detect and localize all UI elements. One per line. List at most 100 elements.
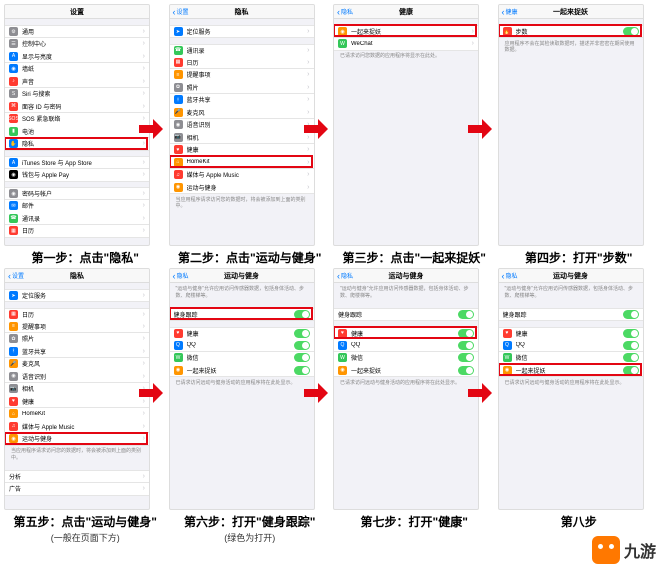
settings-row[interactable]: ◉运动与健身› xyxy=(170,181,314,194)
settings-row[interactable]: ◉一起来捉妖 xyxy=(499,364,643,377)
settings-row[interactable]: ≡提醒事项› xyxy=(170,69,314,82)
settings-row[interactable]: ♥健康› xyxy=(5,395,149,408)
settings-row[interactable]: ♥健康 xyxy=(499,327,643,340)
settings-row[interactable]: ◉语音识别› xyxy=(170,119,314,132)
settings-row[interactable]: ⌂HomeKit› xyxy=(170,156,314,169)
chevron-icon: › xyxy=(307,28,309,35)
settings-row[interactable]: 🔥步数 xyxy=(499,25,643,38)
settings-row[interactable]: ♥健康 xyxy=(170,327,314,340)
settings-row[interactable]: ➤定位服务› xyxy=(5,289,149,302)
settings-row[interactable]: ◉一起来捉妖 xyxy=(334,364,478,377)
toggle-switch[interactable] xyxy=(294,310,310,319)
settings-row[interactable]: AiTunes Store 与 App Store› xyxy=(5,156,149,169)
settings-row[interactable]: QQQ xyxy=(499,339,643,352)
settings-row[interactable]: W微信 xyxy=(499,352,643,365)
settings-row[interactable]: 📷相机› xyxy=(170,131,314,144)
back-button[interactable]: 设置 xyxy=(8,271,24,280)
back-button[interactable]: 隐私 xyxy=(173,271,189,280)
settings-row[interactable]: ♥健康 xyxy=(334,327,478,340)
settings-row[interactable]: ◉钱包与 Apple Pay› xyxy=(5,169,149,182)
settings-row[interactable]: 分析› xyxy=(5,470,149,483)
row-icon: ◉ xyxy=(9,170,18,179)
settings-row[interactable]: ☎通讯录› xyxy=(5,212,149,225)
settings-row[interactable]: ◉运动与健身› xyxy=(5,433,149,446)
settings-row[interactable]: ᚼ蓝牙共享› xyxy=(5,345,149,358)
settings-row[interactable]: ♫媒体与 Apple Music› xyxy=(170,169,314,182)
row-label: 健康 xyxy=(187,329,294,338)
settings-row[interactable]: 健身跟踪 xyxy=(170,308,314,321)
chevron-icon: › xyxy=(307,71,309,78)
settings-row[interactable]: ◉语音识别› xyxy=(5,370,149,383)
settings-row[interactable]: ◉一起来捉妖 xyxy=(170,364,314,377)
settings-row[interactable]: QQQ xyxy=(170,339,314,352)
toggle-switch[interactable] xyxy=(458,310,474,319)
chevron-icon: › xyxy=(143,159,145,166)
settings-row[interactable]: 健身跟踪 xyxy=(499,308,643,321)
settings-row[interactable]: ◉墙纸› xyxy=(5,63,149,76)
row-label: 运动与健身 xyxy=(22,434,143,443)
toggle-switch[interactable] xyxy=(623,27,639,36)
settings-row[interactable]: ✿照片› xyxy=(5,333,149,346)
chevron-icon: › xyxy=(143,103,145,110)
settings-row[interactable]: 🎤麦克风› xyxy=(170,106,314,119)
settings-row[interactable]: ⚙通用› xyxy=(5,25,149,38)
chevron-icon: › xyxy=(143,78,145,85)
back-button[interactable]: 隐私 xyxy=(337,7,353,16)
settings-row[interactable]: WWeChat› xyxy=(334,38,478,51)
settings-row[interactable]: ✿照片› xyxy=(170,81,314,94)
settings-row[interactable]: ♪声音› xyxy=(5,75,149,88)
settings-row[interactable]: ▮电池› xyxy=(5,125,149,138)
settings-row[interactable]: 广告› xyxy=(5,483,149,496)
settings-row[interactable]: ◉一起来捉妖› xyxy=(334,25,478,38)
settings-row[interactable]: A显示与亮度› xyxy=(5,50,149,63)
row-label: 蓝牙共享 xyxy=(187,95,308,104)
settings-row[interactable]: W微信 xyxy=(170,352,314,365)
settings-row[interactable]: ▦日历› xyxy=(5,308,149,321)
toggle-switch[interactable] xyxy=(623,353,639,362)
toggle-switch[interactable] xyxy=(623,329,639,338)
row-icon: ☎ xyxy=(9,214,18,223)
settings-row[interactable]: ♥健康› xyxy=(170,144,314,157)
settings-row[interactable]: ▦日历› xyxy=(5,225,149,238)
settings-row[interactable]: QQQ xyxy=(334,339,478,352)
chevron-icon: › xyxy=(143,373,145,380)
settings-row[interactable]: ☰控制中心› xyxy=(5,38,149,51)
toggle-switch[interactable] xyxy=(458,366,474,375)
toggle-switch[interactable] xyxy=(294,329,310,338)
settings-row[interactable]: 📷相机› xyxy=(5,383,149,396)
toggle-switch[interactable] xyxy=(623,366,639,375)
toggle-switch[interactable] xyxy=(623,341,639,350)
settings-row[interactable]: ≡提醒事项› xyxy=(5,320,149,333)
settings-row[interactable]: 🎤麦克风› xyxy=(5,358,149,371)
settings-row[interactable]: ⌘面容 ID 与密码› xyxy=(5,100,149,113)
settings-row[interactable]: ➤定位服务› xyxy=(170,25,314,38)
back-button[interactable]: 隐私 xyxy=(337,271,353,280)
row-label: 钱包与 Apple Pay xyxy=(22,170,143,179)
toggle-switch[interactable] xyxy=(458,341,474,350)
chevron-icon: › xyxy=(143,202,145,209)
settings-row[interactable]: ▦日历› xyxy=(170,56,314,69)
settings-row[interactable]: ✋隐私› xyxy=(5,138,149,151)
row-icon: SOS xyxy=(9,114,18,123)
settings-row[interactable]: 健身跟踪 xyxy=(334,308,478,321)
toggle-switch[interactable] xyxy=(623,310,639,319)
toggle-switch[interactable] xyxy=(294,341,310,350)
back-button[interactable]: 隐私 xyxy=(502,271,518,280)
settings-row[interactable]: ☎通讯录› xyxy=(170,44,314,57)
settings-row[interactable]: ◉密码与帐户› xyxy=(5,187,149,200)
back-button[interactable]: 健康 xyxy=(502,7,518,16)
settings-row[interactable]: ✉邮件› xyxy=(5,200,149,213)
settings-row[interactable]: W微信 xyxy=(334,352,478,365)
toggle-switch[interactable] xyxy=(458,353,474,362)
chevron-icon: › xyxy=(307,59,309,66)
toggle-switch[interactable] xyxy=(294,366,310,375)
back-button[interactable]: 设置 xyxy=(173,7,189,16)
nav-bar: 设置隐私 xyxy=(170,5,314,19)
toggle-switch[interactable] xyxy=(458,329,474,338)
settings-row[interactable]: ᚼ蓝牙共享› xyxy=(170,94,314,107)
toggle-switch[interactable] xyxy=(294,353,310,362)
settings-row[interactable]: SOSSOS 紧急联络› xyxy=(5,113,149,126)
settings-row[interactable]: ⌂HomeKit› xyxy=(5,408,149,421)
settings-row[interactable]: ♫媒体与 Apple Music› xyxy=(5,420,149,433)
settings-row[interactable]: SSiri 与搜索› xyxy=(5,88,149,101)
